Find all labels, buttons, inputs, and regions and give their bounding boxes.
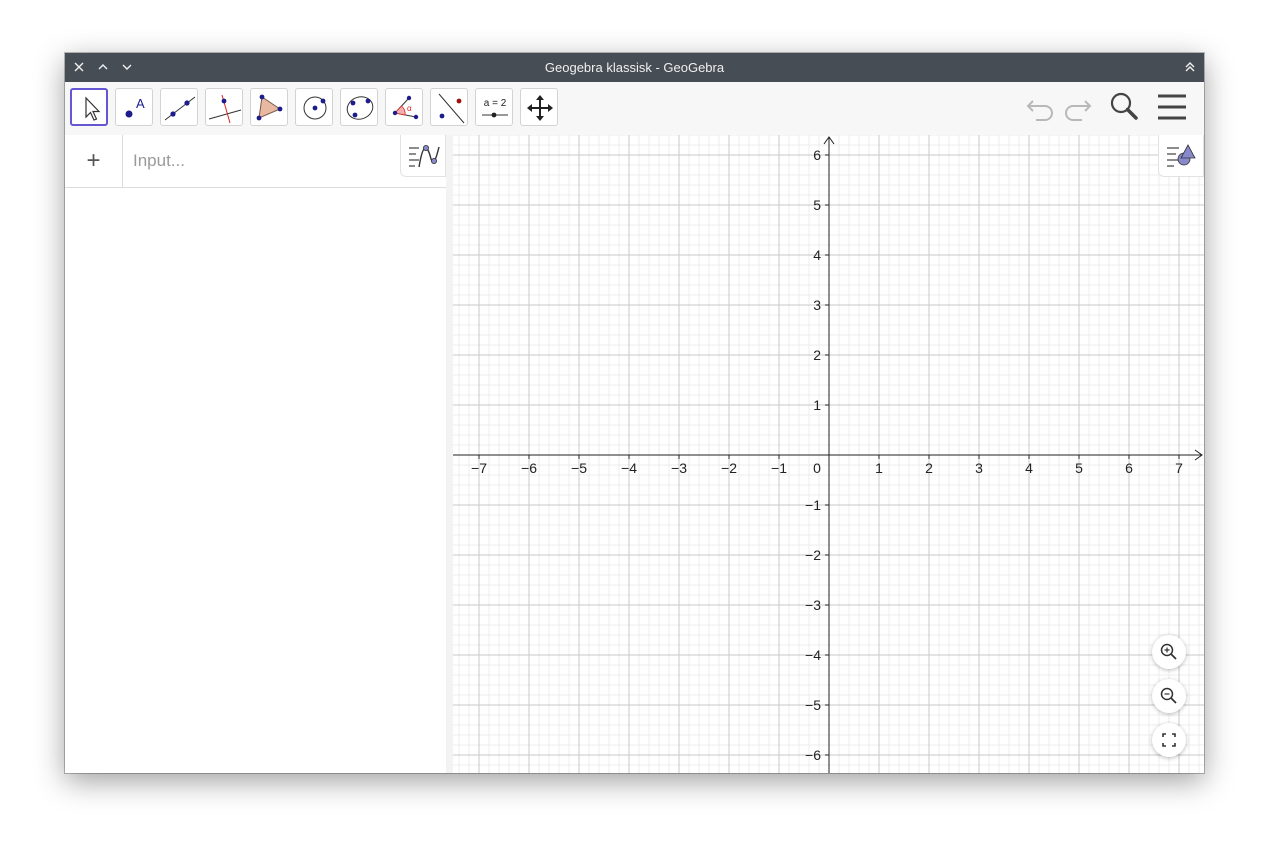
algebra-style-bar-icon (409, 144, 440, 168)
cursor-arrow-icon (85, 96, 101, 121)
geogebra-window: Geogebra klassisk - GeoGebra A α a = 2 +… (65, 53, 1204, 773)
x-tick-label: 3 (975, 460, 983, 476)
perpendicular-line-tool[interactable] (205, 88, 243, 126)
circle-center-point-icon (303, 96, 327, 120)
slider-icon: a = 2 (482, 98, 508, 118)
fullscreen-icon (1162, 733, 1176, 747)
coordinate-grid[interactable]: −7 −6 −5 −4 −3 −2 −1 0 1 2 3 4 5 6 7 6 5 4 3 2 1 −1 −2 −3 −4 −5 −6 (453, 135, 1204, 773)
x-tick-label: −2 (721, 460, 737, 476)
algebra-input-row[interactable]: + Input... (65, 135, 446, 188)
y-tick-label: 6 (813, 147, 821, 163)
y-tick-label: −5 (805, 697, 821, 713)
view-splitter[interactable] (446, 135, 453, 773)
undo-icon (1026, 100, 1053, 121)
y-tick-label: 1 (813, 397, 821, 413)
undo-button[interactable] (1025, 91, 1057, 128)
toolbar: A α a = 2 (65, 82, 1204, 135)
circle-tool[interactable] (295, 88, 333, 126)
reflect-about-line-icon (438, 93, 465, 124)
menu-icon (1158, 94, 1186, 120)
point-A-icon: A (125, 96, 145, 118)
search-button[interactable] (1108, 91, 1140, 128)
keep-above-icon[interactable] (1181, 58, 1199, 76)
x-tick-label: −7 (471, 460, 487, 476)
graphics-style-bar-button[interactable] (1158, 135, 1204, 177)
redo-button[interactable] (1061, 91, 1093, 128)
x-tick-label: 1 (875, 460, 883, 476)
angle-icon: α (392, 95, 419, 120)
zoom-out-button[interactable] (1152, 679, 1186, 713)
x-tick-label: −1 (771, 460, 787, 476)
graphics-view[interactable]: −7 −6 −5 −4 −3 −2 −1 0 1 2 3 4 5 6 7 6 5 4 3 2 1 −1 −2 −3 −4 −5 −6 (453, 135, 1204, 773)
y-tick-label: −4 (805, 647, 821, 663)
move-arrows-icon (527, 95, 553, 121)
y-tick-label: −3 (805, 597, 821, 613)
menu-button[interactable] (1156, 91, 1188, 128)
x-tick-label: 4 (1025, 460, 1033, 476)
perpendicular-line-icon (208, 94, 242, 124)
x-tick-label: 0 (813, 460, 821, 476)
add-item-button[interactable]: + (65, 135, 123, 187)
redo-icon (1065, 100, 1092, 121)
triangle-icon (256, 94, 283, 121)
x-tick-label: 2 (925, 460, 933, 476)
algebra-style-bar-button[interactable] (400, 135, 446, 177)
y-tick-label: −6 (805, 747, 821, 763)
y-tick-label: 2 (813, 347, 821, 363)
svg-text:A: A (136, 96, 145, 111)
y-tick-label: 5 (813, 197, 821, 213)
y-tick-label: −1 (805, 497, 821, 513)
x-tick-label: 5 (1075, 460, 1083, 476)
move-tool[interactable] (70, 88, 108, 126)
x-tick-label: 6 (1125, 460, 1133, 476)
zoom-in-icon (1160, 643, 1177, 660)
x-tick-label: 7 (1175, 460, 1183, 476)
algebra-input-field[interactable]: Input... (133, 151, 185, 171)
angle-tool[interactable]: α (385, 88, 423, 126)
svg-text:α: α (407, 104, 412, 113)
x-tick-label: −5 (571, 460, 587, 476)
algebra-view: + Input... (65, 135, 447, 773)
zoom-in-button[interactable] (1152, 635, 1186, 669)
x-tick-label: −4 (621, 460, 637, 476)
polygon-tool[interactable] (250, 88, 288, 126)
y-tick-label: 3 (813, 297, 821, 313)
y-tick-label: −2 (805, 547, 821, 563)
reflect-tool[interactable] (430, 88, 468, 126)
graphics-style-bar-icon (1167, 144, 1196, 167)
slider-tool[interactable]: a = 2 (475, 88, 513, 126)
zoom-out-icon (1160, 687, 1177, 704)
x-tick-label: −6 (521, 460, 537, 476)
title-bar: Geogebra klassisk - GeoGebra (65, 53, 1204, 82)
x-tick-label: −3 (671, 460, 687, 476)
svg-text:a = 2: a = 2 (484, 98, 507, 109)
fullscreen-button[interactable] (1152, 723, 1186, 757)
window-title: Geogebra klassisk - GeoGebra (544, 60, 725, 75)
point-tool[interactable]: A (115, 88, 153, 126)
line-through-two-points-icon (164, 96, 196, 121)
conic-tool[interactable] (340, 88, 378, 126)
move-graphics-view-tool[interactable] (520, 88, 558, 126)
y-tick-label: 4 (813, 247, 821, 263)
line-tool[interactable] (160, 88, 198, 126)
ellipse-icon (346, 96, 374, 120)
search-icon (1110, 92, 1138, 120)
